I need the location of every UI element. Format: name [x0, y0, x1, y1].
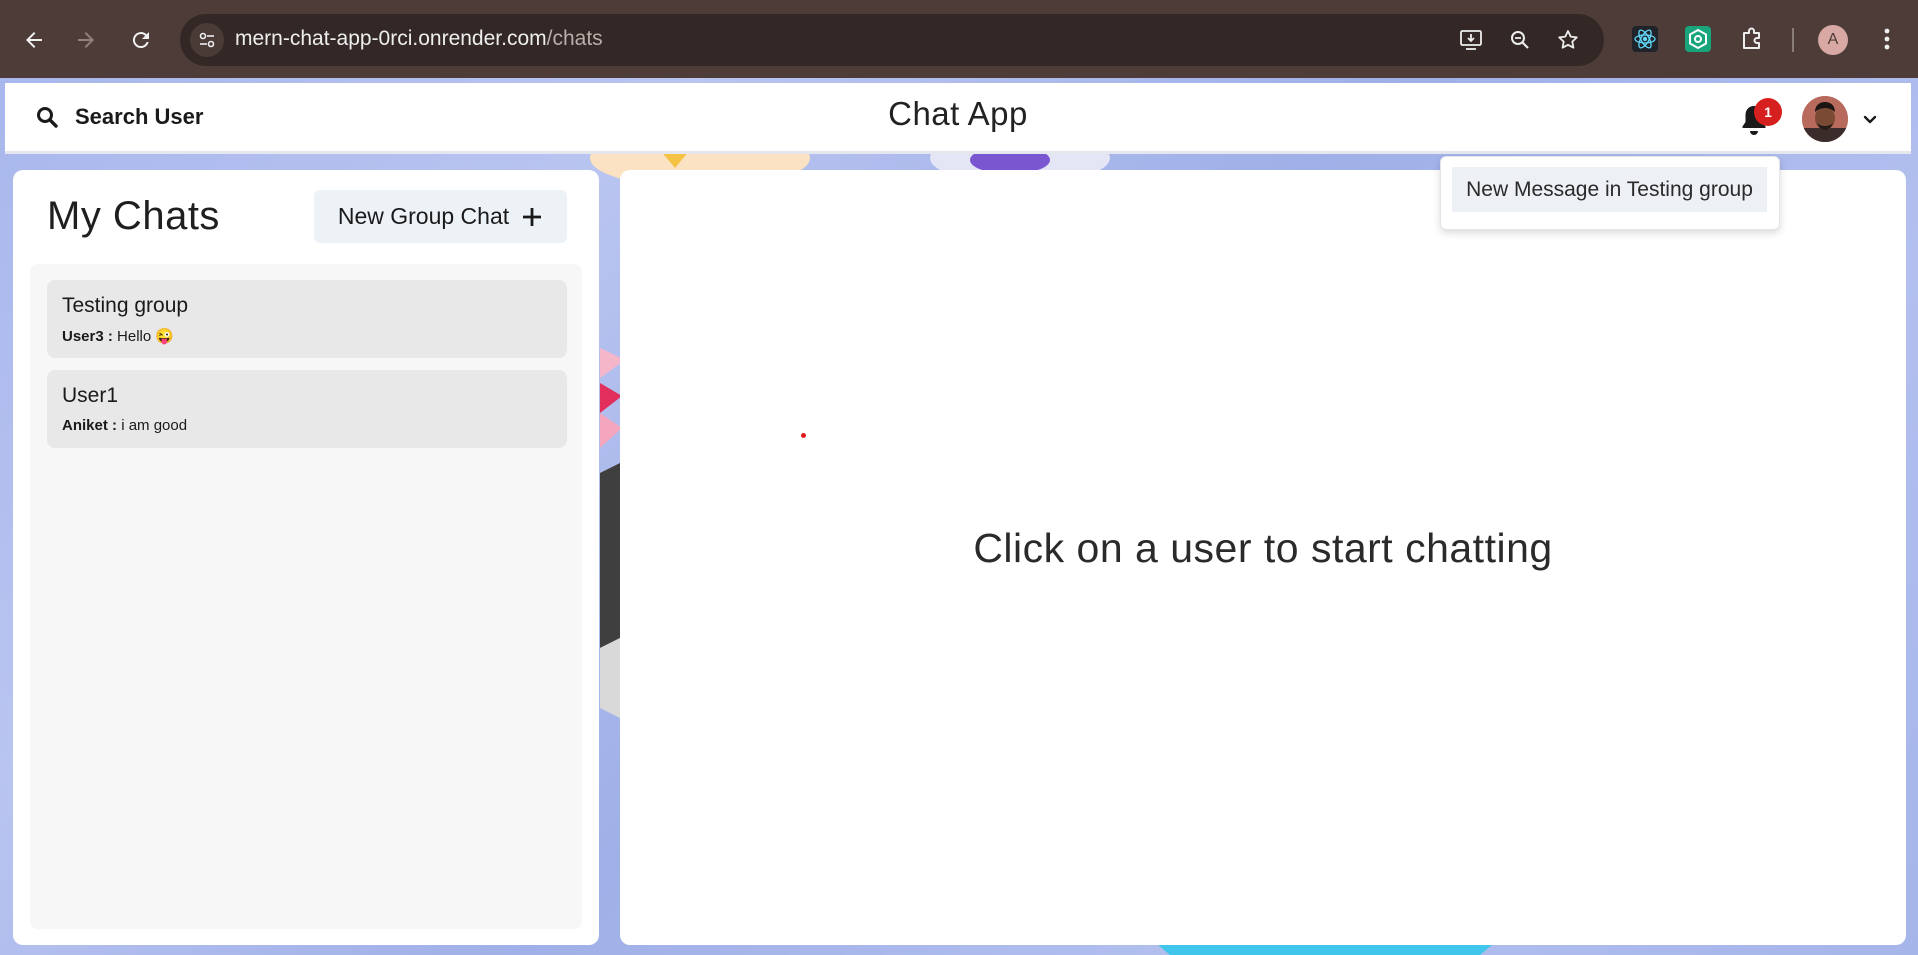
new-group-chat-button[interactable]: New Group Chat: [314, 190, 567, 243]
notification-count-badge: 1: [1754, 98, 1782, 126]
chat-name: Testing group: [62, 294, 189, 317]
avatar[interactable]: [1802, 96, 1848, 142]
toolbar-separator: [1792, 28, 1794, 52]
plus-icon: [523, 207, 542, 226]
kebab-menu-icon[interactable]: [1868, 20, 1906, 58]
install-app-icon[interactable]: [1458, 27, 1484, 53]
my-chats-title: My Chats: [47, 194, 220, 238]
forward-arrow-icon[interactable]: [66, 20, 106, 60]
browser-toolbar: mern-chat-app-0rci.onrender.com/chats A: [0, 0, 1918, 78]
reload-icon[interactable]: [121, 20, 161, 60]
chat-box: Click on a user to start chatting: [620, 170, 1906, 945]
latest-text: i am good: [121, 417, 188, 434]
cursor-dot: [801, 433, 806, 438]
chat-latest-message: Aniket : i am good: [62, 417, 187, 434]
notification-menu: New Message in Testing group: [1440, 156, 1780, 230]
latest-text: Hello 😜: [117, 328, 175, 345]
my-chats-panel: My Chats New Group Chat Testing group Us…: [13, 170, 599, 945]
bookmark-star-icon[interactable]: [1555, 27, 1581, 53]
empty-chat-message: Click on a user to start chatting: [973, 525, 1553, 571]
address-bar[interactable]: mern-chat-app-0rci.onrender.com/chats: [180, 14, 1604, 66]
latest-sender: User3 :: [62, 328, 113, 345]
chat-name: User1: [62, 384, 119, 407]
chat-list: Testing group User3 : Hello 😜 User1 Anik…: [30, 264, 582, 929]
profile-icon[interactable]: A: [1818, 25, 1848, 55]
page-background: Search User Chat App 1 New Message in Te…: [0, 78, 1918, 955]
profile-initial: A: [1827, 31, 1839, 48]
extensions-puzzle-icon[interactable]: [1734, 20, 1772, 58]
chat-latest-message: User3 : Hello 😜: [62, 327, 174, 345]
chat-item-user1[interactable]: User1 Aniket : i am good: [47, 370, 567, 448]
app-header: Search User Chat App 1: [5, 83, 1911, 154]
notification-item[interactable]: New Message in Testing group: [1452, 167, 1767, 212]
react-devtools-icon[interactable]: [1626, 20, 1664, 58]
url-text: mern-chat-app-0rci.onrender.com/chats: [235, 27, 603, 50]
chat-item-testing-group[interactable]: Testing group User3 : Hello 😜: [47, 280, 567, 358]
site-info-icon[interactable]: [190, 23, 224, 57]
back-arrow-icon[interactable]: [14, 20, 54, 60]
extension-green-icon[interactable]: [1679, 20, 1717, 58]
latest-sender: Aniket :: [62, 417, 118, 434]
new-group-chat-label: New Group Chat: [337, 203, 510, 229]
app-title: Chat App: [888, 95, 1028, 132]
zoom-icon[interactable]: [1507, 27, 1533, 53]
chevron-down-icon[interactable]: [1862, 111, 1878, 127]
